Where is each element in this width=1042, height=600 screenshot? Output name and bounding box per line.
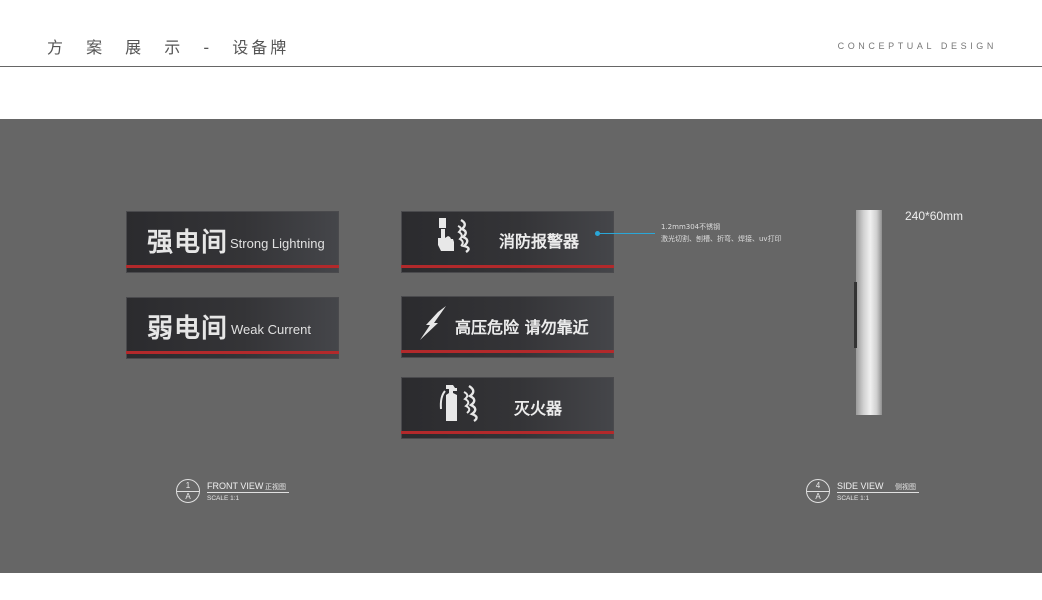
sign-red-stripe (401, 431, 614, 434)
fire-extinguisher-icon (439, 384, 478, 422)
sign-fire-extinguisher: 灭火器 (401, 377, 614, 439)
sign-strong-current-room: 强电间 Strong Lightning (126, 211, 339, 273)
side-view-plate (856, 210, 882, 415)
view-scale: SCALE 1:1 (837, 495, 870, 502)
sign-red-stripe (401, 350, 614, 353)
material-note-line1: 1.2mm304不锈钢 (661, 223, 721, 231)
fire-alarm-button-icon (438, 218, 470, 253)
view-sheet: A (815, 492, 821, 501)
sign-label: 高压危险 请勿靠近 (455, 318, 589, 337)
view-number: 1 (185, 481, 191, 490)
sign-cn-text: 弱电间 (147, 314, 229, 344)
sign-weak-current-room: 弱电间 Weak Current (126, 297, 339, 359)
sign-red-stripe (401, 265, 614, 268)
material-note: 1.2mm304不锈钢 激光切割、刨槽、折弯、焊接、uv打印 (661, 221, 782, 245)
sign-label: 消防报警器 (499, 232, 580, 251)
lightning-bolt-icon (420, 306, 446, 340)
view-scale: SCALE 1:1 (207, 495, 240, 502)
view-title: SIDE VIEW (837, 481, 884, 491)
header-tag: CONCEPTUAL DESIGN (837, 41, 997, 51)
page-title-main: 方 案 展 示 - (47, 38, 219, 57)
view-title-cn: 正视图 (265, 483, 286, 491)
page-title: 方 案 展 示 - 设备牌 (47, 34, 289, 58)
dimension-label: 240*60mm (905, 209, 964, 223)
sign-cn-text: 强电间 (147, 228, 229, 258)
view-number: 4 (815, 481, 821, 490)
view-underline (207, 492, 289, 493)
material-note-line2: 激光切割、刨槽、折弯、焊接、uv打印 (661, 235, 782, 243)
view-title-cn: 侧视图 (895, 483, 916, 491)
sign-high-voltage: 高压危险 请勿靠近 (401, 296, 614, 358)
view-sheet: A (185, 492, 191, 501)
sign-red-stripe (126, 265, 339, 268)
sign-fire-alarm: 消防报警器 (401, 211, 614, 273)
side-view-edge (854, 282, 857, 348)
header-divider (0, 66, 1042, 67)
sign-en-text: Weak Current (231, 322, 311, 337)
annotation-leader-line (599, 233, 655, 234)
sign-en-text: Strong Lightning (230, 236, 325, 251)
view-underline (837, 492, 919, 493)
sign-red-stripe (126, 351, 339, 354)
sign-label: 灭火器 (514, 399, 563, 418)
view-title: FRONT VIEW (207, 481, 264, 491)
page-title-sub: 设备牌 (232, 38, 290, 57)
